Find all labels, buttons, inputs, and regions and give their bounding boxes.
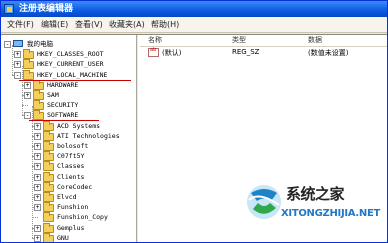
column-name-header[interactable]: 名称 bbox=[148, 35, 162, 46]
folder-icon bbox=[33, 110, 44, 121]
folder-icon bbox=[33, 100, 44, 111]
tree-connector bbox=[22, 65, 23, 116]
folder-icon bbox=[43, 232, 54, 242]
tree-node-label: HKEY_LOCAL_MACHINE bbox=[37, 70, 108, 79]
tree-node-label: Funshion_Copy bbox=[57, 213, 108, 222]
menu-bar: 文件(F) 编辑(E) 查看(V) 收藏夹(A) 帮助(H) bbox=[1, 17, 387, 33]
folder-icon bbox=[23, 69, 34, 80]
tree-expander-icon[interactable]: + bbox=[24, 92, 31, 99]
folder-icon bbox=[23, 49, 34, 60]
tree-node-label: HKEY_CURRENT_USER bbox=[37, 60, 104, 69]
value-type: REG_SZ bbox=[232, 48, 260, 56]
menu-help[interactable]: 帮助(H) bbox=[149, 19, 181, 31]
computer-icon bbox=[13, 40, 23, 47]
folder-icon bbox=[33, 79, 44, 90]
column-type-header[interactable]: 类型 bbox=[232, 35, 246, 46]
column-data-header[interactable]: 数据 bbox=[308, 35, 322, 46]
tree-node-label: C07ft5Y bbox=[57, 152, 85, 161]
registry-editor-window: 注册表编辑器 文件(F) 编辑(E) 查看(V) 收藏夹(A) 帮助(H) - 我… bbox=[0, 0, 388, 243]
tree-expander-icon[interactable]: + bbox=[34, 173, 41, 181]
tree-expander-icon[interactable]: - bbox=[24, 112, 31, 120]
watermark-text: 系统之家 bbox=[286, 185, 345, 203]
tree-connector bbox=[32, 106, 33, 238]
tree-node-label: ATI Technologies bbox=[57, 131, 120, 140]
tree-node-label: Classes bbox=[57, 162, 85, 171]
tree-expander-icon[interactable]: + bbox=[24, 81, 31, 89]
folder-icon bbox=[43, 141, 54, 151]
tree-expander-icon[interactable]: + bbox=[14, 51, 21, 59]
tree-node-label: SAM bbox=[47, 91, 59, 99]
tree-expander-icon[interactable]: + bbox=[34, 163, 41, 171]
tree-expander-icon[interactable]: + bbox=[34, 153, 41, 161]
menu-file[interactable]: 文件(F) bbox=[5, 19, 36, 31]
tree-node-label: ACD Systems bbox=[57, 121, 101, 130]
tree-node-label: bolosoft bbox=[57, 142, 89, 150]
highlight-underline bbox=[29, 120, 99, 122]
value-data: (数值未设置) bbox=[308, 49, 349, 57]
value-name[interactable]: (默认) bbox=[162, 48, 181, 58]
title-bar[interactable]: 注册表编辑器 bbox=[1, 1, 387, 17]
tree-node-label: SECURITY bbox=[47, 101, 79, 110]
tree-expander-icon[interactable]: - bbox=[14, 71, 21, 79]
menu-edit[interactable]: 编辑(E) bbox=[39, 19, 70, 31]
regedit-app-icon bbox=[4, 4, 14, 14]
tree-node-label: 我的电脑 bbox=[27, 40, 53, 48]
tree-expander-icon[interactable]: + bbox=[34, 143, 41, 150]
tree-expander-icon[interactable]: + bbox=[34, 234, 41, 242]
tree-expander-icon[interactable]: - bbox=[4, 41, 11, 48]
tree-node-label: HKEY_CLASSES_ROOT bbox=[37, 50, 104, 59]
menu-favorites[interactable]: 收藏夹(A) bbox=[107, 19, 147, 31]
folder-icon bbox=[43, 171, 54, 182]
watermark-url: XITONGZHIJIA.NET bbox=[281, 208, 381, 219]
folder-icon bbox=[43, 130, 54, 141]
tree-expander-icon[interactable]: + bbox=[34, 204, 41, 212]
folder-icon bbox=[43, 202, 54, 213]
tree-expander-icon[interactable]: + bbox=[34, 122, 41, 130]
reg-string-icon bbox=[148, 47, 159, 57]
tree-node-label: Funshion bbox=[57, 203, 89, 212]
tree-expander-icon[interactable]: + bbox=[34, 132, 41, 140]
pane-splitter[interactable] bbox=[136, 35, 139, 242]
tree-node-label: GNU bbox=[57, 233, 69, 242]
folder-icon bbox=[43, 151, 54, 162]
tree-node-label: Elvcd bbox=[57, 193, 77, 201]
folder-icon bbox=[43, 222, 54, 233]
tree-expander-icon[interactable]: + bbox=[34, 194, 41, 201]
tree-connector bbox=[12, 45, 13, 75]
folder-icon bbox=[43, 212, 54, 223]
tree-node-label: CoreCodec bbox=[57, 182, 93, 191]
tree-expander-icon[interactable]: + bbox=[34, 224, 41, 232]
folder-icon bbox=[43, 120, 54, 131]
menu-view[interactable]: 查看(V) bbox=[73, 19, 105, 31]
folder-icon bbox=[43, 181, 54, 192]
tree-node-label: Clients bbox=[57, 172, 85, 181]
tree-node-label: Gemplus bbox=[57, 223, 85, 232]
folder-icon bbox=[33, 90, 44, 100]
watermark: 系统之家 XITONGZHIJIA.NET bbox=[241, 179, 387, 242]
folder-icon bbox=[43, 192, 54, 202]
highlight-underline bbox=[19, 79, 131, 81]
registry-tree[interactable]: - 我的电脑 + HKEY_CLASSES_ROOT + HKEY_CURRENT_USE… bbox=[1, 35, 136, 242]
tree-node-label: SOFTWARE bbox=[47, 111, 79, 120]
tree-expander-icon[interactable]: + bbox=[14, 61, 21, 69]
folder-icon bbox=[23, 59, 34, 70]
folder-icon bbox=[43, 161, 54, 172]
window-title: 注册表编辑器 bbox=[19, 4, 74, 14]
tree-expander-icon[interactable]: + bbox=[34, 183, 41, 191]
tree-node-label: HARDWARE bbox=[47, 80, 79, 89]
